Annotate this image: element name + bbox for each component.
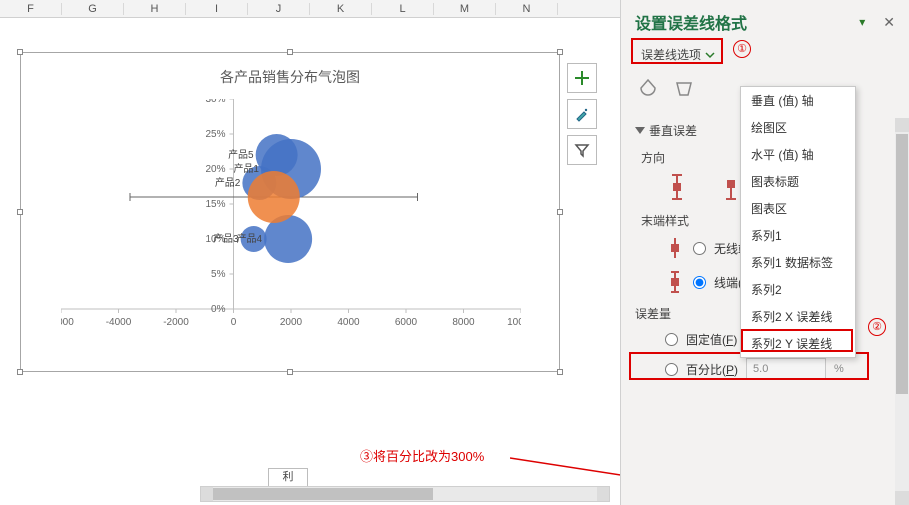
end-style-nocap-radio[interactable] xyxy=(693,242,706,255)
chart-add-element-icon[interactable] xyxy=(567,63,597,93)
svg-text:0%: 0% xyxy=(211,304,226,315)
dropdown-item[interactable]: 绘图区 xyxy=(741,114,855,141)
svg-text:6000: 6000 xyxy=(395,317,418,328)
pane-close-icon[interactable]: ✕ xyxy=(883,14,895,31)
chart-filter-icon[interactable] xyxy=(567,135,597,165)
chart-title[interactable]: 各产品销售分布气泡图 xyxy=(21,53,559,87)
col-header[interactable]: M xyxy=(434,3,496,15)
dropdown-item[interactable]: 垂直 (值) 轴 xyxy=(741,87,855,114)
resize-handle[interactable] xyxy=(17,49,23,55)
svg-text:8000: 8000 xyxy=(452,317,475,328)
dropdown-item[interactable]: 图表标题 xyxy=(741,168,855,195)
annotation-3-text: ③将百分比改为300% xyxy=(360,446,484,465)
scroll-thumb[interactable] xyxy=(896,134,908,394)
dropdown-item[interactable]: 系列1 xyxy=(741,222,855,249)
effects-tab-icon[interactable] xyxy=(671,75,697,101)
svg-text:4000: 4000 xyxy=(337,317,360,328)
svg-text:10000: 10000 xyxy=(507,317,521,328)
resize-handle[interactable] xyxy=(287,369,293,375)
pane-vertical-scrollbar[interactable] xyxy=(895,118,909,505)
annotation-2-badge: ② xyxy=(868,318,886,336)
col-header[interactable]: L xyxy=(372,3,434,15)
scroll-left-button[interactable] xyxy=(201,487,213,501)
dropdown-item[interactable]: 系列2 xyxy=(741,276,855,303)
scroll-thumb[interactable] xyxy=(213,488,433,500)
col-header[interactable]: N xyxy=(496,3,558,15)
col-header[interactable]: I xyxy=(186,3,248,15)
dropdown-item[interactable]: 水平 (值) 轴 xyxy=(741,141,855,168)
pane-menu-caret-icon[interactable]: ▾ xyxy=(859,15,865,29)
error-bar-options-dropdown[interactable]: 误差线选项 xyxy=(635,42,721,67)
percentage-label[interactable]: 百分比(P) xyxy=(686,361,738,378)
dropdown-item[interactable]: 系列2 X 误差线 xyxy=(741,303,855,330)
scroll-up-button[interactable] xyxy=(895,118,909,132)
column-headers: F G H I J K L M N xyxy=(0,0,620,18)
collapse-caret-icon xyxy=(635,127,645,134)
svg-text:0: 0 xyxy=(231,317,237,328)
percentage-input[interactable] xyxy=(746,358,826,380)
svg-text:产品2: 产品2 xyxy=(215,176,241,189)
svg-text:产品1: 产品1 xyxy=(233,162,259,175)
worksheet-area[interactable]: 各产品销售分布气泡图 -6000-4000-200002000400060008… xyxy=(0,18,620,505)
chart-element-dropdown: 垂直 (值) 轴 绘图区 水平 (值) 轴 图表标题 图表区 系列1 系列1 数… xyxy=(740,86,856,358)
svg-text:20%: 20% xyxy=(205,164,225,175)
chart-side-toolbar xyxy=(567,63,599,165)
svg-text:25%: 25% xyxy=(205,129,225,140)
percentage-row: 百分比(P) % xyxy=(635,354,881,384)
col-header[interactable]: J xyxy=(248,3,310,15)
end-style-cap-icon xyxy=(665,269,685,295)
scroll-right-button[interactable] xyxy=(597,487,609,501)
svg-text:产品4: 产品4 xyxy=(237,232,263,245)
fixed-value-label[interactable]: 固定值(F) xyxy=(686,331,737,348)
col-header[interactable]: H xyxy=(124,3,186,15)
dropdown-item[interactable]: 图表区 xyxy=(741,195,855,222)
svg-text:15%: 15% xyxy=(205,199,225,210)
pane-title: 设置误差线格式 xyxy=(635,10,747,34)
col-header[interactable]: K xyxy=(310,3,372,15)
fixed-value-radio[interactable] xyxy=(665,333,678,346)
direction-both-icon[interactable] xyxy=(665,172,689,202)
resize-handle[interactable] xyxy=(557,49,563,55)
svg-text:产品5: 产品5 xyxy=(228,148,254,161)
svg-text:2000: 2000 xyxy=(280,317,303,328)
svg-text:30%: 30% xyxy=(205,99,225,105)
embedded-chart[interactable]: 各产品销售分布气泡图 -6000-4000-200002000400060008… xyxy=(20,52,560,372)
col-header[interactable]: F xyxy=(0,3,62,15)
resize-handle[interactable] xyxy=(17,369,23,375)
col-header[interactable]: G xyxy=(62,3,124,15)
percentage-unit: % xyxy=(834,363,844,375)
svg-text:5%: 5% xyxy=(211,269,226,280)
scroll-down-button[interactable] xyxy=(895,491,909,505)
resize-handle[interactable] xyxy=(287,49,293,55)
dropdown-item[interactable]: 系列1 数据标签 xyxy=(741,249,855,276)
svg-text:-6000: -6000 xyxy=(61,317,74,328)
resize-handle[interactable] xyxy=(557,209,563,215)
resize-handle[interactable] xyxy=(17,209,23,215)
end-style-nocap-icon xyxy=(665,235,685,261)
percentage-radio[interactable] xyxy=(665,363,678,376)
svg-text:产品3: 产品3 xyxy=(213,232,239,245)
sheet-tab[interactable]: 利 xyxy=(268,468,308,486)
dropdown-item-selected[interactable]: 系列2 Y 误差线 xyxy=(741,330,855,357)
fill-line-tab-icon[interactable] xyxy=(635,75,661,101)
plot-area[interactable]: -6000-4000-200002000400060008000100000%5… xyxy=(61,99,521,309)
annotation-1-badge: ① xyxy=(733,40,751,58)
svg-text:-2000: -2000 xyxy=(163,317,189,328)
resize-handle[interactable] xyxy=(557,369,563,375)
horizontal-scrollbar[interactable] xyxy=(200,486,610,502)
end-style-cap-radio[interactable] xyxy=(693,276,706,289)
svg-text:-4000: -4000 xyxy=(106,317,132,328)
chart-styles-icon[interactable] xyxy=(567,99,597,129)
